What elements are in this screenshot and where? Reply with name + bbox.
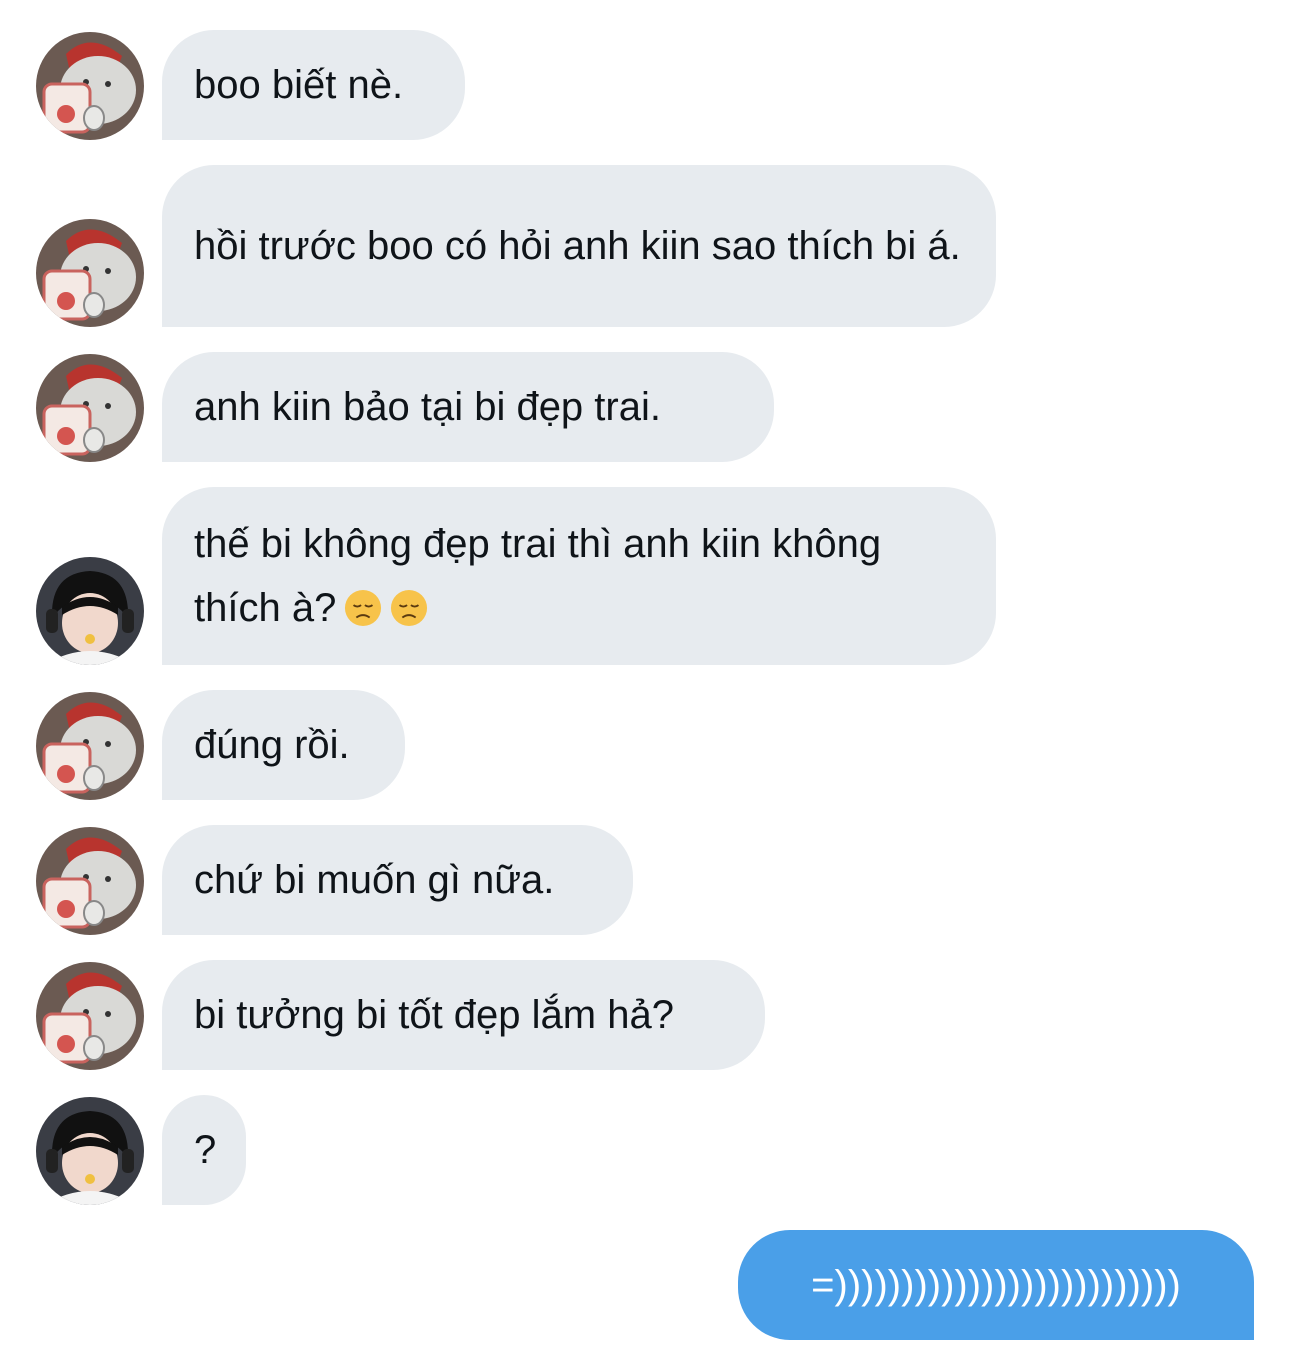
message-bubble[interactable]: đúng rồi. (162, 690, 405, 800)
avatar-bear[interactable] (36, 219, 144, 327)
message-text: bi tưởng bi tốt đẹp lắm hả? (194, 993, 674, 1037)
message-row: bi tưởng bi tốt đẹp lắm hả? (0, 960, 1290, 1070)
avatar-person[interactable] (36, 1097, 144, 1205)
message-row: ? (0, 1095, 1290, 1205)
bear-avatar-icon (36, 827, 144, 935)
message-row: hồi trước boo có hỏi anh kiin sao thích … (0, 165, 1290, 327)
bear-avatar-icon (36, 692, 144, 800)
message-bubble[interactable]: chứ bi muốn gì nữa. (162, 825, 633, 935)
message-bubble[interactable]: boo biết nè. (162, 30, 465, 140)
avatar-bear[interactable] (36, 827, 144, 935)
avatar-bear[interactable] (36, 962, 144, 1070)
bear-avatar-icon (36, 354, 144, 462)
avatar-bear[interactable] (36, 32, 144, 140)
message-row: thế bi không đẹp trai thì anh kiin không… (0, 487, 1290, 665)
avatar-bear[interactable] (36, 354, 144, 462)
chat-thread: boo biết nè. hồi trước boo có hỏi anh ki… (0, 0, 1290, 1346)
message-text: boo biết nè. (194, 63, 404, 107)
message-text: chứ bi muốn gì nữa. (194, 858, 555, 902)
message-row: =)))))))))))))))))))))))))) (0, 1230, 1290, 1340)
disappointed-face-icon (345, 589, 382, 627)
avatar-bear[interactable] (36, 692, 144, 800)
person-avatar-icon (36, 1097, 144, 1205)
message-row: chứ bi muốn gì nữa. (0, 825, 1290, 935)
bear-avatar-icon (36, 219, 144, 327)
message-bubble[interactable]: thế bi không đẹp trai thì anh kiin không… (162, 487, 996, 665)
message-bubble-outgoing[interactable]: =)))))))))))))))))))))))))) (738, 1230, 1254, 1340)
bear-avatar-icon (36, 32, 144, 140)
message-text: ? (194, 1128, 217, 1172)
message-row: anh kiin bảo tại bi đẹp trai. (0, 352, 1290, 462)
message-row: boo biết nè. (0, 30, 1290, 140)
message-text: anh kiin bảo tại bi đẹp trai. (194, 385, 661, 429)
message-text: thế bi không đẹp trai thì anh kiin không… (194, 522, 882, 630)
message-text: =)))))))))))))))))))))))))) (811, 1263, 1181, 1307)
message-text: hồi trước boo có hỏi anh kiin sao thích … (194, 224, 961, 268)
message-row: đúng rồi. (0, 690, 1290, 800)
message-bubble[interactable]: hồi trước boo có hỏi anh kiin sao thích … (162, 165, 996, 327)
message-bubble[interactable]: bi tưởng bi tốt đẹp lắm hả? (162, 960, 765, 1070)
disappointed-face-icon (391, 589, 428, 627)
message-bubble[interactable]: anh kiin bảo tại bi đẹp trai. (162, 352, 774, 462)
message-bubble[interactable]: ? (162, 1095, 246, 1205)
avatar-person[interactable] (36, 557, 144, 665)
message-text: đúng rồi. (194, 723, 350, 767)
bear-avatar-icon (36, 962, 144, 1070)
person-avatar-icon (36, 557, 144, 665)
